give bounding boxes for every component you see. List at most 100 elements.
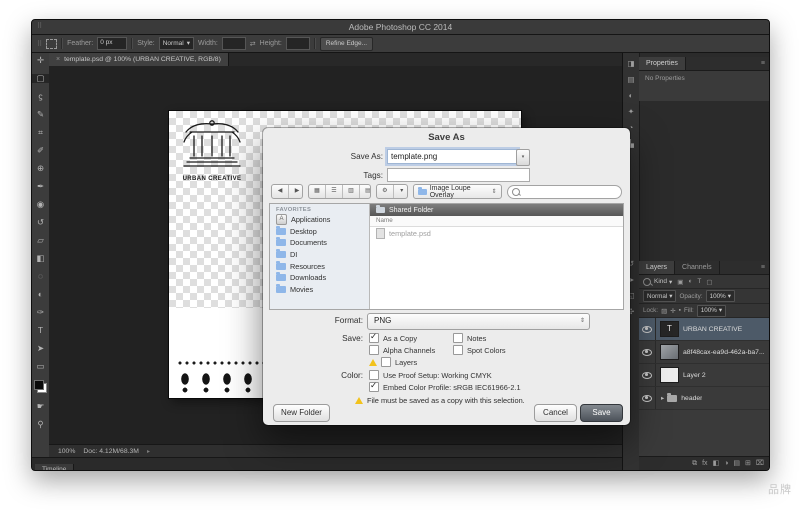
feather-input[interactable]: 0 px bbox=[97, 37, 128, 50]
cancel-button[interactable]: Cancel bbox=[534, 404, 577, 422]
filter-adjustment-layers-icon[interactable]: ◐ bbox=[688, 278, 692, 285]
lock-position-icon[interactable]: ✛ bbox=[670, 307, 675, 315]
blur-tool[interactable]: ◌ bbox=[32, 272, 49, 281]
new-layer-icon[interactable]: ⊞ bbox=[745, 457, 751, 470]
quick-selection-tool[interactable]: ✎ bbox=[32, 110, 49, 119]
layer-row-layer-2[interactable]: Layer 2 bbox=[639, 364, 769, 387]
coverflow-view-button[interactable]: ▤ bbox=[360, 185, 370, 198]
shape-tool[interactable]: ▭ bbox=[32, 362, 49, 371]
sidebar-item-di[interactable]: DI bbox=[270, 249, 369, 261]
zoom-level[interactable]: 100% bbox=[58, 448, 75, 455]
tab-channels[interactable]: Channels bbox=[675, 261, 720, 274]
new-group-icon[interactable]: ▤ bbox=[733, 457, 740, 470]
healing-brush-tool[interactable]: ⊕ bbox=[32, 164, 49, 173]
checkbox-use-proof-setup[interactable]: Use Proof Setup: Working CMYK bbox=[369, 370, 492, 380]
close-icon[interactable]: × bbox=[56, 56, 60, 63]
sidebar-item-downloads[interactable]: Downloads bbox=[270, 272, 369, 284]
layer-row-image[interactable]: a8f48cax-ea9d-462a-ba7... bbox=[639, 341, 769, 364]
zoom-tool[interactable]: ⚲ bbox=[32, 420, 49, 429]
pen-tool[interactable]: ✑ bbox=[32, 308, 49, 317]
filename-input[interactable]: template.png bbox=[387, 149, 518, 164]
checkbox-spot-colors[interactable]: Spot Colors bbox=[453, 345, 506, 355]
layer-mask-icon[interactable]: ◧ bbox=[713, 457, 720, 470]
tab-layers[interactable]: Layers bbox=[639, 261, 676, 274]
file-row-template-psd[interactable]: template.psd bbox=[370, 227, 623, 240]
visibility-toggle[interactable] bbox=[639, 364, 656, 386]
status-menu-icon[interactable]: ▸ bbox=[147, 448, 150, 455]
tab-properties[interactable]: Properties bbox=[639, 57, 686, 70]
eyedropper-tool[interactable]: ✐ bbox=[32, 146, 49, 155]
new-folder-button[interactable]: New Folder bbox=[273, 404, 330, 422]
height-input[interactable] bbox=[285, 37, 310, 50]
sidebar-item-movies[interactable]: Movies bbox=[270, 283, 369, 296]
styles-panel-icon[interactable]: ✦ bbox=[628, 108, 634, 116]
history-brush-tool[interactable]: ↺ bbox=[32, 218, 49, 227]
tab-timeline[interactable]: Timeline bbox=[35, 464, 75, 470]
name-column-header[interactable]: Name bbox=[370, 216, 623, 227]
sidebar-item-documents[interactable]: Documents bbox=[270, 237, 369, 249]
visibility-toggle[interactable] bbox=[639, 387, 656, 409]
crop-tool[interactable]: ⌗ bbox=[32, 128, 49, 137]
opacity-dropdown[interactable]: 100% ▾ bbox=[705, 290, 735, 302]
eraser-tool[interactable]: ▱ bbox=[32, 236, 49, 245]
adjustments-panel-icon[interactable]: ◐ bbox=[629, 92, 634, 100]
checkbox-alpha-channels[interactable]: Alpha Channels bbox=[369, 345, 435, 355]
adjustment-layer-icon[interactable]: ◑ bbox=[724, 457, 728, 470]
gradient-tool[interactable]: ◧ bbox=[32, 254, 49, 263]
color-swatches[interactable] bbox=[34, 380, 47, 393]
gear-icon[interactable]: ⚙ bbox=[377, 185, 394, 198]
checkbox-layers[interactable]: Layers bbox=[369, 357, 417, 367]
lock-transparency-icon[interactable]: ▨ bbox=[661, 307, 667, 315]
clone-stamp-tool[interactable]: ◉ bbox=[32, 200, 49, 209]
tags-input[interactable] bbox=[387, 168, 530, 182]
location-popup[interactable]: Image Loupe Overlay ⇕ bbox=[412, 184, 502, 199]
layer-style-icon[interactable]: fx bbox=[702, 457, 707, 470]
foreground-color-swatch[interactable] bbox=[34, 380, 44, 390]
disclosure-triangle-icon[interactable]: ▸ bbox=[661, 394, 664, 402]
link-layers-icon[interactable]: ⧉ bbox=[692, 457, 697, 470]
panel-menu-icon[interactable]: ≡ bbox=[761, 57, 769, 70]
lock-all-icon[interactable]: ▪ bbox=[679, 307, 681, 314]
visibility-toggle[interactable] bbox=[639, 341, 656, 363]
refine-edge-button[interactable]: Refine Edge... bbox=[319, 36, 374, 51]
brush-tool[interactable]: ✒ bbox=[32, 182, 49, 191]
save-button[interactable]: Save bbox=[580, 404, 623, 422]
marquee-tool-icon[interactable] bbox=[46, 38, 58, 49]
move-tool[interactable]: ✛ bbox=[32, 56, 49, 65]
layer-row-urban-creative[interactable]: T URBAN CREATIVE bbox=[639, 318, 769, 341]
forward-button[interactable]: ▶ bbox=[289, 185, 302, 198]
document-tab[interactable]: × template.psd @ 100% (URBAN CREATIVE, R… bbox=[49, 53, 229, 66]
chevron-down-icon[interactable]: ▾ bbox=[394, 185, 407, 198]
checkbox-as-a-copy[interactable]: ✓ As a Copy bbox=[369, 331, 417, 343]
sidebar-item-applications[interactable]: A Applications bbox=[270, 214, 369, 226]
filter-type-layers-icon[interactable]: T bbox=[697, 278, 701, 285]
icon-view-button[interactable]: ▦ bbox=[309, 185, 326, 198]
filter-pixel-layers-icon[interactable]: ▣ bbox=[677, 278, 683, 286]
filter-shape-layers-icon[interactable]: ▢ bbox=[706, 278, 712, 286]
delete-layer-icon[interactable]: ⌧ bbox=[756, 457, 764, 470]
back-button[interactable]: ◀ bbox=[272, 185, 289, 198]
style-dropdown[interactable]: Normal ▾ bbox=[158, 37, 194, 50]
format-dropdown[interactable]: PNG ⇕ bbox=[367, 313, 590, 330]
path-selection-tool[interactable]: ➤ bbox=[32, 344, 49, 353]
layer-row-header-group[interactable]: ▸ header bbox=[639, 387, 769, 410]
kind-filter-dropdown[interactable]: Kind ▾ bbox=[654, 278, 672, 286]
hand-tool[interactable]: ☛ bbox=[32, 402, 49, 411]
lasso-tool[interactable]: ϛ bbox=[32, 92, 49, 101]
search-field[interactable] bbox=[506, 184, 622, 199]
width-input[interactable] bbox=[221, 37, 246, 50]
link-dimensions-icon[interactable]: ⇄ bbox=[250, 40, 256, 48]
list-view-button[interactable]: ☰ bbox=[326, 185, 343, 198]
sidebar-item-resources[interactable]: Resources bbox=[270, 260, 369, 272]
type-tool[interactable]: T bbox=[32, 326, 49, 335]
rectangular-marquee-tool[interactable]: ▢ bbox=[32, 74, 49, 83]
panel-menu-icon[interactable]: ≡ bbox=[761, 261, 769, 274]
column-view-button[interactable]: ▥ bbox=[343, 185, 360, 198]
visibility-toggle[interactable] bbox=[639, 318, 656, 340]
blend-mode-dropdown[interactable]: Normal ▾ bbox=[643, 290, 677, 302]
sidebar-item-desktop[interactable]: Desktop bbox=[270, 225, 369, 238]
expand-dialog-button[interactable]: ▾ bbox=[516, 149, 530, 166]
checkbox-notes[interactable]: Notes bbox=[453, 333, 486, 343]
checkbox-embed-color-profile[interactable]: ✓ Embed Color Profile: sRGB IEC61966-2.1 bbox=[369, 380, 521, 392]
swatches-panel-icon[interactable]: ▤ bbox=[627, 76, 634, 84]
